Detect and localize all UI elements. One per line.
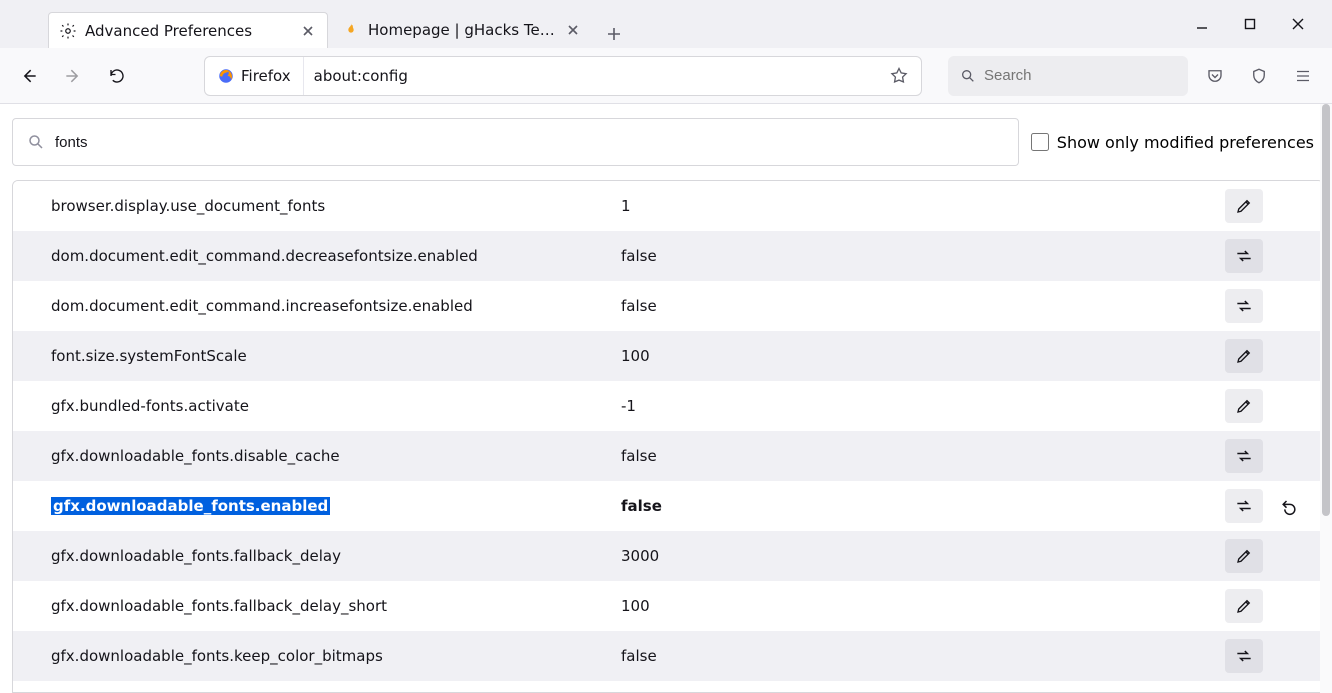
- gear-icon: [59, 22, 77, 40]
- toggle-button[interactable]: [1225, 489, 1263, 523]
- tab-advanced-preferences[interactable]: Advanced Preferences: [48, 12, 328, 48]
- pref-name: browser.display.use_document_fonts: [51, 197, 325, 215]
- bookmark-star-icon[interactable]: [885, 62, 913, 90]
- close-icon[interactable]: [564, 21, 582, 39]
- tab-ghacks[interactable]: Homepage | gHacks Technolog…: [332, 12, 592, 48]
- vertical-scrollbar[interactable]: [1320, 104, 1332, 693]
- pref-value: false: [621, 447, 1211, 465]
- forward-button: [56, 59, 90, 93]
- pref-row[interactable]: gfx.bundled-fonts.activate -1: [13, 381, 1323, 431]
- new-tab-button[interactable]: [600, 20, 628, 48]
- pencil-icon: [1235, 197, 1253, 215]
- pref-name: gfx.downloadable_fonts.enabled: [51, 497, 330, 515]
- modified-only-label: Show only modified preferences: [1057, 133, 1314, 152]
- pref-row[interactable]: browser.display.use_document_fonts 1: [13, 181, 1323, 231]
- pref-value: 1: [621, 197, 1211, 215]
- pref-name: gfx.bundled-fonts.activate: [51, 397, 249, 415]
- pref-list: browser.display.use_document_fonts 1 dom.d…: [12, 180, 1324, 693]
- pref-row[interactable]: gfx.downloadable_fonts.enabled false: [13, 481, 1323, 531]
- pref-value: false: [621, 297, 1211, 315]
- maximize-button[interactable]: [1238, 12, 1262, 36]
- pref-row[interactable]: gfx.downloadable_fonts.fallback_delay 300…: [13, 531, 1323, 581]
- toggle-button[interactable]: [1225, 239, 1263, 273]
- pref-value: 3000: [621, 547, 1211, 565]
- pref-name: dom.document.edit_command.decreasefontsi…: [51, 247, 478, 265]
- pencil-icon: [1235, 347, 1253, 365]
- close-icon[interactable]: [299, 22, 317, 40]
- pref-name: gfx.downloadable_fonts.disable_cache: [51, 447, 340, 465]
- pref-name: gfx.downloadable_fonts.fallback_delay_sh…: [51, 597, 387, 615]
- modified-only-checkbox[interactable]: [1031, 133, 1049, 151]
- pref-value: false: [621, 497, 1211, 515]
- search-input[interactable]: [984, 67, 1183, 84]
- back-button[interactable]: [12, 59, 46, 93]
- pencil-icon: [1235, 547, 1253, 565]
- pref-name: gfx.downloadable_fonts.fallback_delay: [51, 547, 341, 565]
- pref-search-input[interactable]: [55, 134, 1004, 151]
- pref-search-box[interactable]: [12, 118, 1019, 166]
- scrollbar-thumb[interactable]: [1322, 104, 1330, 516]
- edit-button[interactable]: [1225, 389, 1263, 423]
- edit-button[interactable]: [1225, 339, 1263, 373]
- edit-button[interactable]: [1225, 539, 1263, 573]
- url-text[interactable]: about:config: [304, 67, 885, 85]
- swap-icon: [1234, 446, 1254, 466]
- pref-row[interactable]: dom.document.edit_command.decreasefontsi…: [13, 231, 1323, 281]
- undo-icon: [1279, 496, 1299, 516]
- reset-button[interactable]: [1274, 496, 1304, 516]
- window-close-button[interactable]: [1286, 12, 1310, 36]
- tab-title: Homepage | gHacks Technolog…: [368, 21, 556, 39]
- address-bar[interactable]: Firefox about:config: [204, 56, 922, 96]
- shield-icon[interactable]: [1242, 59, 1276, 93]
- pref-value: false: [621, 647, 1211, 665]
- pref-name: dom.document.edit_command.increasefontsi…: [51, 297, 473, 315]
- flame-icon: [342, 21, 360, 39]
- pencil-icon: [1235, 397, 1253, 415]
- toggle-button[interactable]: [1225, 289, 1263, 323]
- filter-row: Show only modified preferences: [12, 118, 1324, 166]
- pref-name: gfx.downloadable_fonts.keep_color_bitmap…: [51, 647, 383, 665]
- swap-icon: [1234, 646, 1254, 666]
- edit-button[interactable]: [1225, 189, 1263, 223]
- nav-toolbar: Firefox about:config: [0, 48, 1332, 104]
- pocket-button[interactable]: [1198, 59, 1232, 93]
- search-bar[interactable]: [948, 56, 1188, 96]
- swap-icon: [1234, 496, 1254, 516]
- tab-title: Advanced Preferences: [85, 22, 291, 40]
- pref-name: font.size.systemFontScale: [51, 347, 247, 365]
- pref-value: 100: [621, 597, 1211, 615]
- swap-icon: [1234, 246, 1254, 266]
- pref-value: 100: [621, 347, 1211, 365]
- tab-strip: Advanced Preferences Homepage | gHacks T…: [0, 0, 1332, 48]
- pencil-icon: [1235, 597, 1253, 615]
- edit-button[interactable]: [1225, 589, 1263, 623]
- swap-icon: [1234, 296, 1254, 316]
- pref-row[interactable]: gfx.downloadable_fonts.keep_color_bitmap…: [13, 631, 1323, 681]
- pref-row[interactable]: dom.document.edit_command.increasefontsi…: [13, 281, 1323, 331]
- app-menu-button[interactable]: [1286, 59, 1320, 93]
- identity-box[interactable]: Firefox: [205, 57, 304, 95]
- modified-only-filter[interactable]: Show only modified preferences: [1031, 133, 1320, 152]
- identity-label: Firefox: [241, 67, 291, 85]
- toggle-button[interactable]: [1225, 439, 1263, 473]
- pref-value: false: [621, 247, 1211, 265]
- pref-row[interactable]: font.size.systemFontScale 100: [13, 331, 1323, 381]
- pref-value: -1: [621, 397, 1211, 415]
- firefox-logo-icon: [217, 67, 235, 85]
- toggle-button[interactable]: [1225, 639, 1263, 673]
- about-config-content: Show only modified preferences browser.d…: [0, 104, 1332, 693]
- search-icon: [27, 133, 45, 151]
- window-controls: [1190, 0, 1328, 48]
- search-icon: [960, 68, 976, 84]
- pref-row[interactable]: gfx.downloadable_fonts.fallback_delay_sh…: [13, 581, 1323, 631]
- pref-row[interactable]: gfx.downloadable_fonts.disable_cache fals…: [13, 431, 1323, 481]
- reload-button[interactable]: [100, 59, 134, 93]
- minimize-button[interactable]: [1190, 12, 1214, 36]
